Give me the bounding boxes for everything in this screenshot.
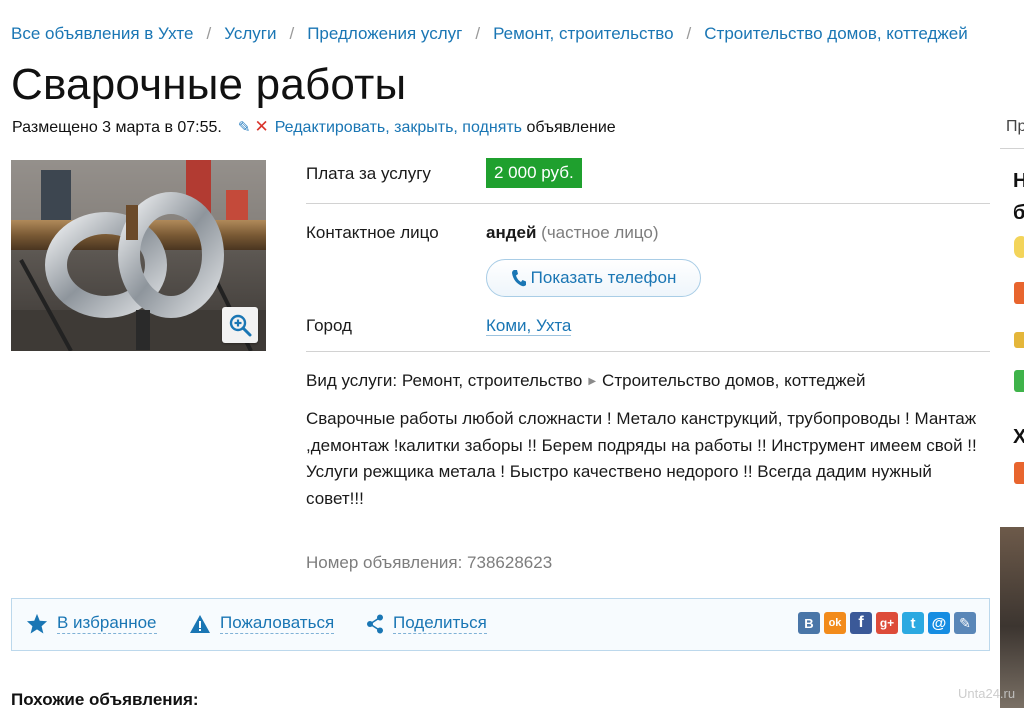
similar-ads-heading: Похожие объявления: [11,690,199,708]
breadcrumb-item-all-ads[interactable]: Все объявления в Ухте [11,24,193,43]
right-sidebar: Пр Н б Х [1000,0,1024,708]
breadcrumb-item-repair[interactable]: Ремонт, строительство [493,24,673,43]
breadcrumb-separator: / [206,24,212,43]
warning-icon [190,614,210,633]
sidebar-item-icon[interactable] [1014,462,1024,484]
livejournal-icon[interactable]: ✎ [954,612,976,634]
zoom-in-icon [229,314,252,337]
sidebar-item-icon[interactable] [1014,236,1024,258]
star-icon [26,613,48,634]
page-title: Сварочные работы [11,60,407,109]
ad-description: Сварочные работы любой сложнасти ! Метал… [306,409,977,508]
price-badge: 2 000 руб. [486,158,582,188]
breadcrumb-separator: / [289,24,295,43]
twitter-icon[interactable]: t [902,612,924,634]
mail-ru-icon[interactable]: @ [928,612,950,634]
right-sidebar-heading: Х [1013,426,1024,448]
contact-person: андей (частное лицо) [486,223,659,243]
report-button[interactable]: Пожаловаться [189,613,335,634]
watermark: Unta24.ru [958,686,1016,701]
service-type: Вид услуги: Ремонт, строительство ▶ Строит… [306,371,866,391]
right-sidebar-tab[interactable]: Пр [1006,118,1024,136]
breadcrumb-item-services[interactable]: Услуги [224,24,276,43]
right-sidebar-heading: Н [1013,170,1024,192]
edit-ad-link[interactable]: Редактировать, закрыть, поднять [275,119,522,136]
city-value: Коми, Ухта [486,316,572,336]
ad-photo[interactable] [11,160,266,351]
edit-link-suffix: объявление [522,119,616,136]
posted-info: Размещено 3 марта в 07:55. ✎ ✕ Редактироват… [12,117,616,137]
show-phone-label: Показать телефон [530,268,677,287]
show-phone-button[interactable]: Показать телефон [486,259,701,297]
social-share-icons: B ok f g+ t @ ✎ [798,612,976,634]
delete-icon[interactable]: ✕ [254,117,268,137]
contact-name: андей [486,223,537,242]
breadcrumb: Все объявления в Ухте / Услуги / Предложения… [11,24,968,44]
facebook-icon[interactable]: f [850,612,872,634]
divider [306,351,990,352]
breadcrumb-separator: / [686,24,692,43]
zoom-button[interactable] [222,307,258,343]
vk-icon[interactable]: B [798,612,820,634]
service-subcategory: Строительство домов, коттеджей [602,371,866,390]
report-label: Пожаловаться [220,613,335,634]
sidebar-item-icon[interactable] [1014,332,1024,348]
sidebar-item-icon[interactable] [1014,370,1024,392]
add-to-favorites-label: В избранное [57,613,157,634]
share-button[interactable]: Поделиться [366,613,487,634]
breadcrumb-separator: / [475,24,481,43]
breadcrumb-item-service-offers[interactable]: Предложения услуг [307,24,462,43]
service-type-label: Вид услуги: [306,371,398,390]
contact-label: Контактное лицо [306,223,439,242]
share-icon [367,614,383,633]
triangle-right-icon: ▶ [588,376,597,387]
city-label: Город [306,316,352,335]
divider [1000,148,1024,149]
city-link[interactable]: Коми, Ухта [486,316,572,336]
phone-icon [511,270,526,287]
action-bar: В избранное Пожаловаться Поделиться B ok… [11,598,990,651]
breadcrumb-item-house-building[interactable]: Строительство домов, коттеджей [704,24,967,43]
add-to-favorites-button[interactable]: В избранное [26,613,157,634]
odnoklassniki-icon[interactable]: ok [824,612,846,634]
posted-date: Размещено 3 марта в 07:55. [12,119,222,136]
service-category: Ремонт, строительство [401,371,583,390]
price-label: Плата за услугу [306,164,431,183]
pencil-icon[interactable]: ✎ [238,118,251,136]
sidebar-item-icon[interactable] [1014,282,1024,304]
divider [306,203,990,204]
share-label: Поделиться [393,613,487,634]
contact-type: (частное лицо) [541,223,659,242]
sidebar-ad-image[interactable] [1000,527,1024,708]
ad-number: Номер объявления: 738628623 [306,553,553,572]
google-plus-icon[interactable]: g+ [876,612,898,634]
right-sidebar-heading: б [1013,202,1024,224]
